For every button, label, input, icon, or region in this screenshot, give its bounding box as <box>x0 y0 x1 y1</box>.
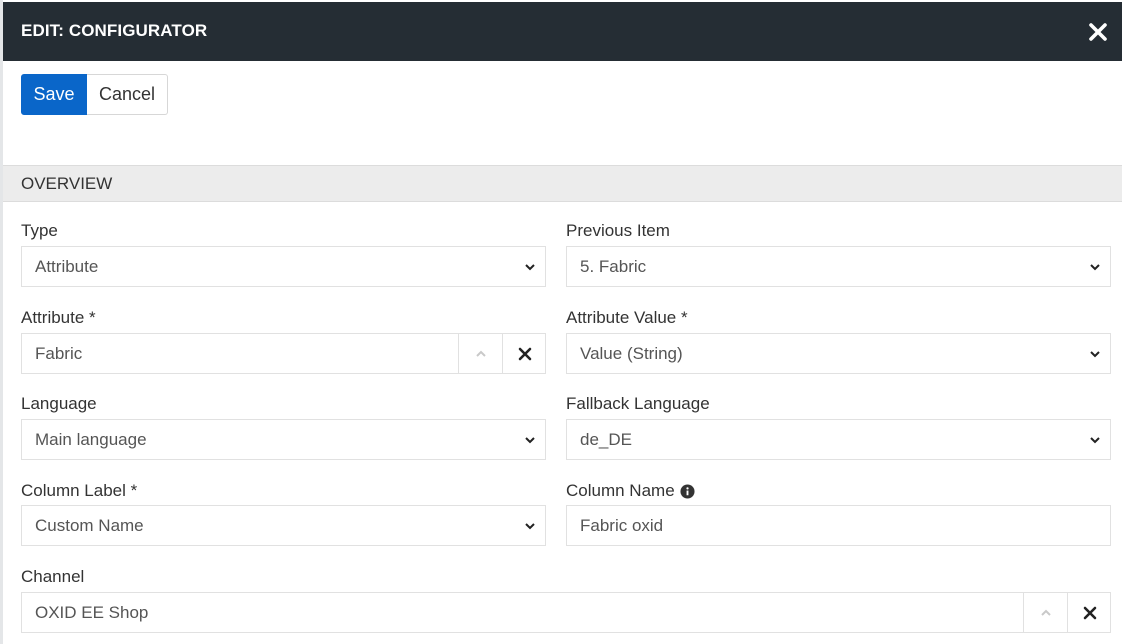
column-label-value: Custom Name <box>35 516 144 535</box>
chevron-down-icon <box>1090 264 1100 271</box>
previous-item-value: 5. Fabric <box>580 257 647 276</box>
chevron-down-icon <box>525 523 535 530</box>
column-name-value: Fabric oxid <box>580 516 664 535</box>
chevron-up-icon <box>476 350 486 357</box>
attribute-value: Fabric <box>35 344 83 363</box>
channel-value: OXID EE Shop <box>35 603 149 622</box>
action-buttons: Save Cancel <box>21 74 168 115</box>
column-label-label: Column Label * <box>21 481 138 500</box>
chevron-down-icon <box>525 437 535 444</box>
save-button[interactable]: Save <box>21 74 87 115</box>
column-label-select[interactable]: Custom Name <box>21 505 546 546</box>
language-select[interactable]: Main language <box>21 419 546 460</box>
type-value: Attribute <box>35 257 99 276</box>
type-select[interactable]: Attribute <box>21 246 546 287</box>
language-label: Language <box>21 394 97 413</box>
attribute-value-value: Value (String) <box>580 344 683 363</box>
fallback-language-label: Fallback Language <box>566 394 710 413</box>
fallback-language-value: de_DE <box>580 430 632 449</box>
channel-label: Channel <box>21 567 85 586</box>
chevron-down-icon <box>1090 351 1100 358</box>
language-value: Main language <box>35 430 147 449</box>
attribute-combobox[interactable]: Fabric <box>21 333 546 374</box>
close-icon <box>1089 23 1107 41</box>
clear-icon <box>1083 606 1096 619</box>
type-label: Type <box>21 221 58 240</box>
close-button[interactable] <box>1082 16 1114 48</box>
fallback-language-select[interactable]: de_DE <box>566 419 1111 460</box>
column-name-label-text: Column Name <box>566 481 675 500</box>
attribute-toggle-button[interactable] <box>458 333 503 374</box>
channel-toggle-button[interactable] <box>1023 592 1068 633</box>
attribute-value-select[interactable]: Value (String) <box>566 333 1111 374</box>
previous-item-label: Previous Item <box>566 221 670 240</box>
overview-section-header: OVERVIEW <box>3 165 1122 202</box>
dialog-title: EDIT: CONFIGURATOR <box>21 21 208 40</box>
section-title: OVERVIEW <box>21 174 113 193</box>
attribute-clear-button[interactable] <box>502 333 546 374</box>
column-name-input[interactable]: Fabric oxid <box>566 505 1111 546</box>
previous-item-select[interactable]: 5. Fabric <box>566 246 1111 287</box>
chevron-down-icon <box>525 264 535 271</box>
channel-combobox[interactable]: OXID EE Shop <box>21 592 1111 633</box>
cancel-button[interactable]: Cancel <box>87 74 168 115</box>
clear-icon <box>518 347 531 360</box>
chevron-down-icon <box>1090 437 1100 444</box>
edit-configurator-dialog: EDIT: CONFIGURATOR Save Cancel OVERVIEW … <box>3 2 1122 644</box>
channel-clear-button[interactable] <box>1067 592 1111 633</box>
column-name-label: Column Name <box>566 481 695 501</box>
attribute-value-label: Attribute Value * <box>566 308 688 327</box>
attribute-label: Attribute * <box>21 308 96 327</box>
chevron-up-icon <box>1041 609 1051 616</box>
info-icon[interactable] <box>680 483 695 499</box>
dialog-header: EDIT: CONFIGURATOR <box>3 2 1122 61</box>
